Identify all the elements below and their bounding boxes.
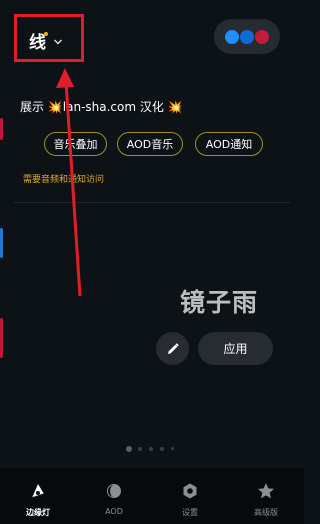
aod-icon bbox=[107, 484, 121, 498]
bottom-nav: 边缘灯 AOD 设置 高级版 bbox=[0, 468, 304, 524]
nav-premium-label: 高级版 bbox=[254, 508, 278, 517]
nav-edge-light-label: 边缘灯 bbox=[26, 508, 50, 517]
nav-settings-label: 设置 bbox=[182, 508, 198, 517]
annotation-arrow bbox=[56, 68, 82, 297]
nav-settings[interactable]: 设置 bbox=[152, 468, 228, 524]
nav-aod[interactable]: AOD bbox=[76, 468, 152, 524]
edge-light-icon bbox=[31, 484, 45, 499]
star-icon bbox=[258, 483, 274, 499]
nav-aod-label: AOD bbox=[105, 507, 123, 516]
nav-premium[interactable]: 高级版 bbox=[228, 468, 304, 524]
nav-edge-light[interactable]: 边缘灯 bbox=[0, 468, 76, 524]
settings-icon bbox=[183, 483, 197, 499]
